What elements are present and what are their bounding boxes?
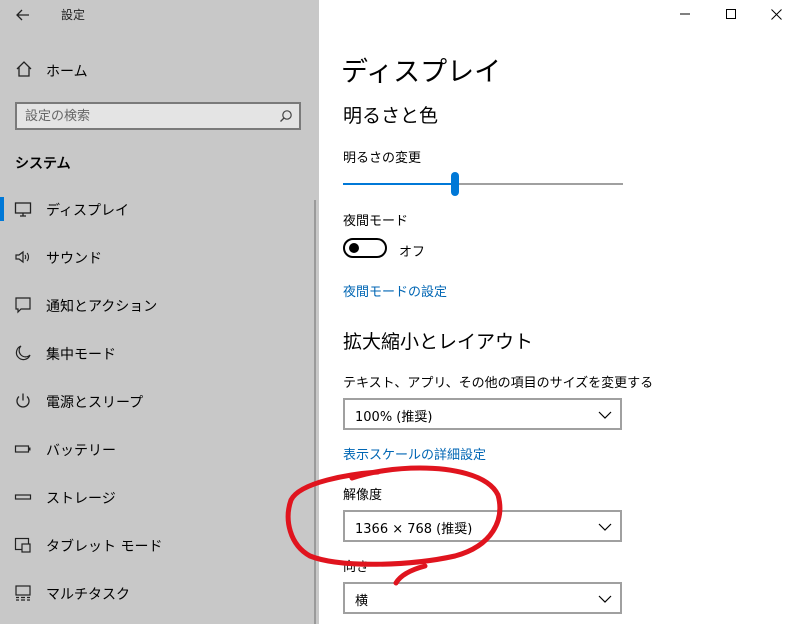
resolution-value: 1366 × 768 (推奨)	[355, 522, 473, 537]
monitor-icon	[14, 202, 32, 217]
title-bar: 設定	[0, 0, 319, 30]
close-icon	[770, 8, 782, 20]
scale-dropdown[interactable]: 100% (推奨)	[343, 398, 622, 430]
sidebar-item-label: サウンド	[46, 251, 102, 267]
sidebar-item-multitask[interactable]: マルチタスク	[0, 573, 315, 613]
advanced-scaling-link[interactable]: 表示スケールの詳細設定	[343, 444, 486, 463]
tablet-icon	[14, 537, 31, 553]
chevron-down-icon	[598, 595, 612, 603]
minimize-button[interactable]	[662, 0, 708, 28]
back-button[interactable]	[10, 2, 36, 28]
resolution-label: 解像度	[343, 488, 383, 503]
brightness-label: 明るさの変更	[343, 151, 422, 166]
close-button[interactable]	[753, 0, 794, 28]
app-title: 設定	[61, 8, 86, 22]
orientation-label: 向き	[343, 560, 370, 575]
sidebar-item-storage[interactable]: ストレージ	[0, 477, 315, 517]
night-mode-state: オフ	[399, 245, 426, 260]
sidebar-item-notifications[interactable]: 通知とアクション	[0, 285, 315, 325]
page-title: ディスプレイ	[341, 57, 502, 88]
sidebar-item-label: 通知とアクション	[46, 299, 158, 315]
toggle-knob	[349, 243, 359, 253]
sidebar: 設定 ホーム システム ディスプレイ サウンド 通知とアクション 集中モード 電…	[0, 0, 319, 624]
orientation-value: 横	[355, 594, 369, 609]
scale-value: 100% (推奨)	[355, 410, 433, 425]
brightness-section-heading: 明るさと色	[343, 105, 439, 127]
sidebar-item-label: ストレージ	[46, 491, 116, 507]
chevron-down-icon	[598, 523, 612, 531]
sidebar-item-label: タブレット モード	[46, 539, 163, 555]
brightness-slider-fill	[343, 183, 455, 185]
sidebar-item-label: マルチタスク	[46, 587, 130, 603]
minimize-icon	[680, 13, 690, 15]
section-heading: システム	[15, 156, 71, 172]
sidebar-item-sound[interactable]: サウンド	[0, 237, 315, 277]
search-input[interactable]	[25, 107, 265, 125]
brightness-slider-thumb[interactable]	[451, 172, 459, 196]
scale-section-heading: 拡大縮小とレイアウト	[343, 331, 534, 353]
storage-icon	[14, 494, 32, 500]
sidebar-item-battery[interactable]: バッテリー	[0, 429, 315, 469]
sidebar-item-label: ディスプレイ	[46, 203, 130, 219]
sidebar-item-tablet[interactable]: タブレット モード	[0, 525, 315, 565]
notification-icon	[15, 297, 31, 314]
sidebar-item-display[interactable]: ディスプレイ	[0, 189, 315, 229]
sidebar-item-focus[interactable]: 集中モード	[0, 333, 315, 373]
orientation-dropdown[interactable]: 横	[343, 582, 622, 614]
sidebar-item-label: ホーム	[46, 64, 88, 80]
search-icon[interactable]	[279, 109, 293, 123]
battery-icon	[14, 445, 31, 453]
power-icon	[16, 393, 30, 408]
speaker-icon	[15, 250, 30, 264]
night-mode-label: 夜間モード	[343, 214, 409, 229]
multitask-icon	[15, 585, 31, 601]
back-arrow-icon	[16, 9, 29, 21]
scale-label: テキスト、アプリ、その他の項目のサイズを変更する	[343, 376, 654, 391]
sidebar-item-power[interactable]: 電源とスリープ	[0, 381, 315, 421]
sidebar-item-label: 電源とスリープ	[46, 395, 144, 411]
maximize-icon	[726, 9, 736, 19]
sidebar-item-home[interactable]: ホーム	[0, 55, 319, 85]
night-mode-settings-link[interactable]: 夜間モードの設定	[343, 281, 447, 300]
resolution-dropdown[interactable]: 1366 × 768 (推奨)	[343, 510, 622, 542]
chevron-down-icon	[598, 411, 612, 419]
sidebar-scrollbar[interactable]	[314, 200, 316, 624]
sidebar-item-label: 集中モード	[46, 347, 116, 363]
moon-icon	[15, 345, 31, 361]
sidebar-item-label: バッテリー	[46, 443, 116, 459]
active-indicator	[0, 197, 4, 221]
brightness-slider[interactable]	[343, 172, 623, 196]
home-icon	[16, 61, 32, 77]
maximize-button[interactable]	[708, 0, 754, 28]
search-box[interactable]	[15, 102, 301, 130]
night-mode-toggle[interactable]	[343, 238, 387, 258]
